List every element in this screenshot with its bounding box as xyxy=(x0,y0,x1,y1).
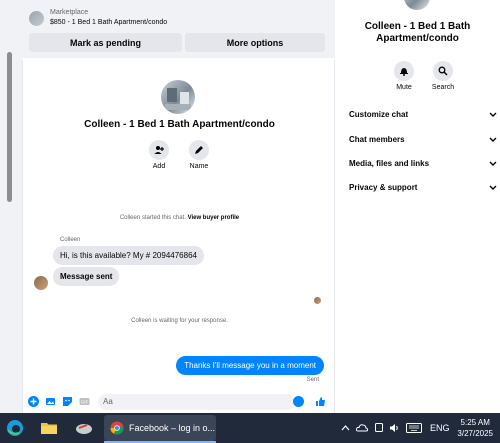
pinned-app-icon[interactable] xyxy=(75,419,93,437)
mark-as-pending-button[interactable]: Mark as pending xyxy=(29,33,182,52)
chat-details-pane: Colleen - 1 Bed 1 Bath Apartment/condo M… xyxy=(335,0,500,413)
add-user-icon xyxy=(149,140,169,160)
clock-time: 5:25 AM xyxy=(460,418,490,427)
clock-date: 3/27/2025 xyxy=(457,429,493,438)
chrome-icon xyxy=(110,421,124,435)
conversation: Colleen - 1 Bed 1 Bath Apartment/condo A… xyxy=(22,60,335,390)
media-files-links-section[interactable]: Media, files and links xyxy=(349,159,497,168)
chat-members-section[interactable]: Chat members xyxy=(349,135,497,144)
privacy-support-section[interactable]: Privacy & support xyxy=(349,183,497,192)
section-label: Customize chat xyxy=(349,110,409,119)
device-icon[interactable] xyxy=(374,423,384,435)
waiting-notice: Colleen is waiting for your response. xyxy=(131,318,228,324)
view-buyer-profile-link[interactable]: View buyer profile xyxy=(188,215,240,221)
add-button[interactable]: Add xyxy=(144,140,174,170)
language-indicator[interactable]: ENG xyxy=(430,423,450,433)
image-icon[interactable] xyxy=(45,396,56,407)
name-button[interactable]: Name xyxy=(184,140,214,170)
incoming-message[interactable]: Message sent xyxy=(53,267,120,286)
windows-taskbar: Facebook – log in o... ENG 5:25 AM 3/27/… xyxy=(0,413,500,443)
chevron-down-icon xyxy=(489,161,497,166)
section-label: Media, files and links xyxy=(349,159,430,168)
chat-title: Colleen - 1 Bed 1 Bath Apartment/condo xyxy=(84,119,275,130)
chevron-down-icon xyxy=(489,185,497,190)
keyboard-icon[interactable] xyxy=(406,423,422,435)
search-label: Search xyxy=(431,84,455,91)
svg-text:GIF: GIF xyxy=(81,400,89,405)
plus-icon[interactable] xyxy=(28,396,39,407)
edge-icon[interactable] xyxy=(6,419,24,437)
chevron-down-icon xyxy=(489,112,497,117)
started-text: Colleen started this chat. xyxy=(119,215,186,221)
system-clock[interactable]: 5:25 AM 3/27/2025 xyxy=(457,417,493,439)
sent-status: Sent xyxy=(306,377,319,383)
bell-icon xyxy=(394,61,414,81)
sender-name: Colleen xyxy=(60,237,81,243)
listing-thumbnail xyxy=(29,10,44,26)
like-icon[interactable] xyxy=(315,396,326,407)
left-scroll-track[interactable] xyxy=(0,0,22,413)
details-title: Colleen - 1 Bed 1 Bath Apartment/condo xyxy=(364,21,471,44)
volume-icon[interactable] xyxy=(389,423,400,435)
sticker-icon[interactable] xyxy=(62,396,73,407)
taskbar-app-label: Facebook – log in o... xyxy=(129,423,216,433)
customize-chat-section[interactable]: Customize chat xyxy=(349,110,497,119)
sender-avatar xyxy=(34,276,48,290)
add-label: Add xyxy=(152,163,166,170)
incoming-message[interactable]: Hi, is this available? My # 2094476864 xyxy=(53,246,204,265)
emoji-icon[interactable] xyxy=(293,396,304,407)
pencil-icon xyxy=(189,140,209,160)
onedrive-icon[interactable] xyxy=(355,423,369,434)
section-label: Chat members xyxy=(349,135,405,144)
marketplace-label: Marketplace xyxy=(50,9,89,16)
marketplace-header: Marketplace $850 - 1 Bed 1 Bath Apartmen… xyxy=(22,0,335,58)
taskbar-browser-button[interactable]: Facebook – log in o... xyxy=(104,415,216,441)
message-composer: GIF Aa xyxy=(22,390,335,413)
name-label: Name xyxy=(189,163,209,170)
gif-icon[interactable]: GIF xyxy=(79,396,90,407)
chevron-up-icon[interactable] xyxy=(341,423,350,433)
chat-started-notice: Colleen started this chat. View buyer pr… xyxy=(23,215,336,221)
mute-button[interactable]: Mute xyxy=(389,61,419,91)
more-options-button[interactable]: More options xyxy=(185,33,325,52)
chat-panel: Marketplace $850 - 1 Bed 1 Bath Apartmen… xyxy=(22,0,335,413)
mute-label: Mute xyxy=(396,84,412,91)
section-label: Privacy & support xyxy=(349,183,418,192)
seen-avatar xyxy=(314,297,321,304)
scrollbar-thumb[interactable] xyxy=(7,52,12,202)
file-explorer-icon[interactable] xyxy=(40,419,58,437)
search-icon xyxy=(433,61,453,81)
chevron-down-icon xyxy=(489,137,497,142)
message-input[interactable]: Aa xyxy=(98,393,295,410)
chat-avatar[interactable] xyxy=(161,80,195,114)
search-button[interactable]: Search xyxy=(428,61,458,91)
outgoing-message[interactable]: Thanks I'll message you in a moment xyxy=(176,356,324,375)
listing-title[interactable]: $850 - 1 Bed 1 Bath Apartment/condo xyxy=(50,18,167,28)
details-avatar xyxy=(404,0,430,10)
